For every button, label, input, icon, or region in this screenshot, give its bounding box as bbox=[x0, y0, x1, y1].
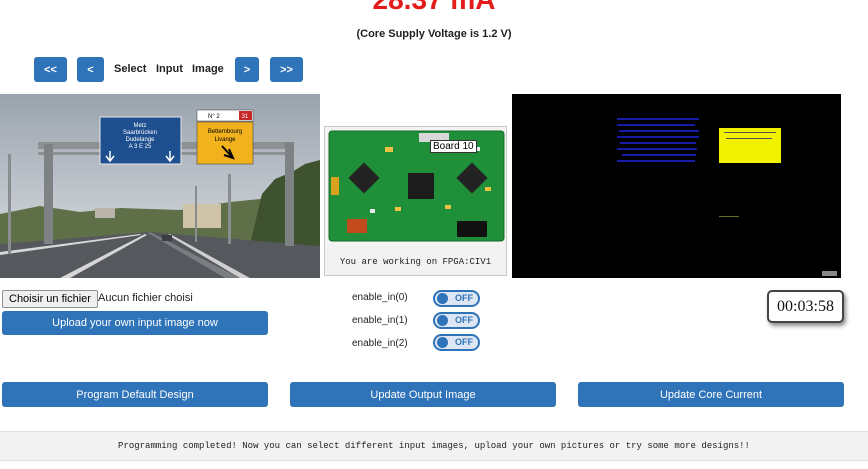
previous-image-button[interactable]: < bbox=[77, 57, 104, 82]
svg-text:31: 31 bbox=[242, 114, 249, 120]
enable-in-1-toggle[interactable]: OFF bbox=[433, 312, 480, 329]
toggle-state: OFF bbox=[455, 315, 473, 325]
svg-text:Bettembourg: Bettembourg bbox=[208, 129, 242, 135]
core-current-readout: 28.37 mA bbox=[0, 0, 868, 16]
toggle-state: OFF bbox=[455, 337, 473, 347]
upload-image-button[interactable]: Upload your own input image now bbox=[2, 311, 268, 335]
svg-text:Livange: Livange bbox=[214, 137, 236, 143]
file-status: Aucun fichier choisi bbox=[98, 292, 193, 304]
update-output-image-button[interactable]: Update Output Image bbox=[290, 382, 556, 407]
core-voltage-note: (Core Supply Voltage is 1.2 V) bbox=[356, 28, 512, 40]
enable-in-2-toggle[interactable]: OFF bbox=[433, 334, 480, 351]
choose-file-button[interactable]: Choisir un fichier bbox=[2, 290, 98, 308]
board-label: Board 10 bbox=[430, 140, 477, 153]
image-label: Image bbox=[192, 63, 224, 75]
last-image-button[interactable]: >> bbox=[270, 57, 303, 82]
toggle-knob bbox=[437, 337, 448, 348]
fpga-board-photo bbox=[325, 127, 506, 245]
update-core-current-button[interactable]: Update Core Current bbox=[578, 382, 844, 407]
next-image-button[interactable]: > bbox=[235, 57, 259, 82]
fpga-board-panel: Board 10 You are working on FPGA:CIV1 bbox=[324, 126, 507, 276]
svg-text:N° 2: N° 2 bbox=[208, 114, 220, 120]
toggle-knob bbox=[437, 293, 448, 304]
svg-text:Metz: Metz bbox=[133, 123, 146, 129]
status-message: Programming completed! Now you can selec… bbox=[0, 431, 868, 461]
enable-in-2-label: enable_in(2) bbox=[352, 338, 408, 349]
input-label: Input bbox=[156, 63, 183, 75]
fpga-caption: You are working on FPGA:CIV1 bbox=[339, 257, 492, 267]
svg-text:Dudelange: Dudelange bbox=[125, 137, 155, 143]
enable-in-1-label: enable_in(1) bbox=[352, 315, 408, 326]
session-timer: 00:03:58 bbox=[767, 290, 844, 323]
program-default-design-button[interactable]: Program Default Design bbox=[2, 382, 268, 407]
highway-scene: Metz Saarbrücken Dudelange A 3 E 25 N° 2… bbox=[0, 94, 320, 278]
svg-text:Saarbrücken: Saarbrücken bbox=[123, 130, 157, 136]
select-label: Select bbox=[114, 63, 147, 75]
output-image bbox=[512, 94, 841, 278]
toggle-knob bbox=[437, 315, 448, 326]
svg-text:A 3 E 25: A 3 E 25 bbox=[129, 144, 152, 150]
enable-in-0-toggle[interactable]: OFF bbox=[433, 290, 480, 307]
enable-in-0-label: enable_in(0) bbox=[352, 292, 408, 303]
output-image-render bbox=[512, 94, 841, 278]
toggle-state: OFF bbox=[455, 293, 473, 303]
first-image-button[interactable]: << bbox=[34, 57, 67, 82]
input-image: Metz Saarbrücken Dudelange A 3 E 25 N° 2… bbox=[0, 94, 320, 278]
